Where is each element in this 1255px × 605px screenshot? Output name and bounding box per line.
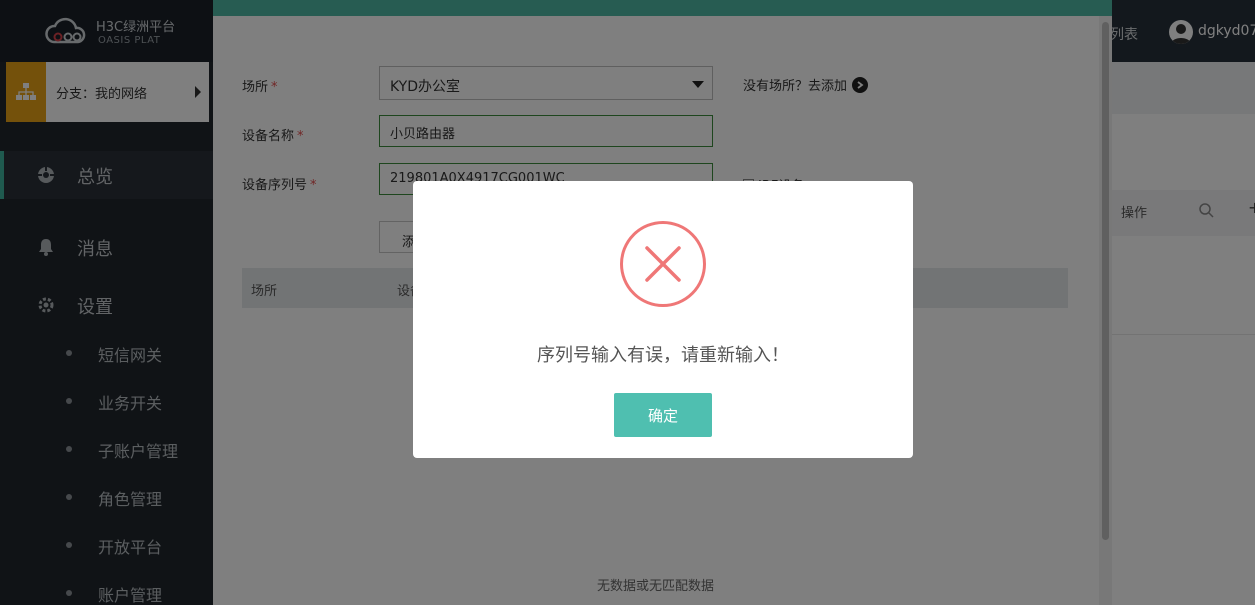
confirm-button[interactable]: 确定 — [614, 393, 712, 437]
error-dialog: 序列号输入有误，请重新输入！ 确定 — [413, 181, 913, 458]
error-x-circle-icon — [620, 221, 706, 307]
error-message: 序列号输入有误，请重新输入！ — [537, 345, 789, 366]
